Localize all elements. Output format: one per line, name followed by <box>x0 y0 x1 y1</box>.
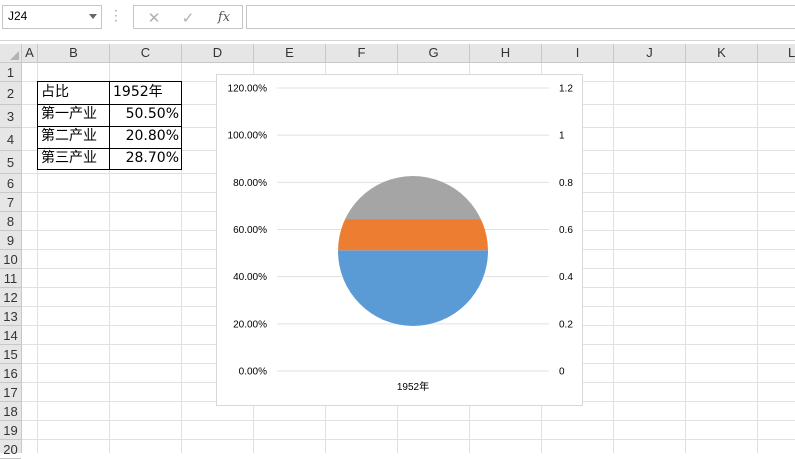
row-header-8[interactable]: 8 <box>0 212 21 231</box>
cell-c4[interactable]: 20.80% <box>110 125 179 148</box>
row-header-1[interactable]: 1 <box>0 63 21 82</box>
row-header-20[interactable]: 20 <box>0 440 21 459</box>
row-header-18[interactable]: 18 <box>0 402 21 421</box>
column-header: A B C D E F G H I J K L <box>22 44 795 63</box>
row-header-12[interactable]: 12 <box>0 288 21 307</box>
cancel-icon[interactable]: ✕ <box>142 8 166 28</box>
col-header-i[interactable]: I <box>542 44 614 62</box>
col-header-g[interactable]: G <box>398 44 470 62</box>
cell-b3[interactable]: 第一产业 <box>41 103 109 126</box>
left-axis-tick-label: 120.00% <box>228 84 268 95</box>
row-header-16[interactable]: 16 <box>0 364 21 383</box>
col-header-l[interactable]: L <box>758 44 795 62</box>
col-header-k[interactable]: K <box>686 44 758 62</box>
right-axis-ticks: 1.2 1 0.8 0.6 0.4 0.2 0 <box>559 84 573 378</box>
x-axis-label: 1952年 <box>397 380 429 393</box>
select-all-button[interactable] <box>0 44 22 63</box>
drag-handle-icon[interactable]: · · · <box>114 5 118 27</box>
right-axis-tick-label: 0.6 <box>559 225 573 236</box>
right-axis-tick-label: 0 <box>559 367 565 378</box>
name-box-value: J24 <box>8 9 28 23</box>
data-table: 占比 1952年 第一产业 50.50% 第二产业 20.80% 第三产业 28… <box>37 81 182 170</box>
select-all-triangle-icon <box>10 51 19 60</box>
formula-bar: J24 · · · ✕ ✓ fx <box>0 0 795 41</box>
row-header-15[interactable]: 15 <box>0 345 21 364</box>
pie-slice-1[interactable] <box>338 250 488 326</box>
cell-c5[interactable]: 28.70% <box>110 147 179 170</box>
cell-b2[interactable]: 占比 <box>41 81 109 104</box>
formula-input[interactable] <box>246 5 795 29</box>
left-axis-tick-label: 100.00% <box>228 131 268 142</box>
left-axis-tick-label: 80.00% <box>233 178 267 189</box>
name-box[interactable]: J24 <box>2 5 102 29</box>
left-axis-tick-label: 40.00% <box>233 272 267 283</box>
left-axis-ticks: 120.00% 100.00% 80.00% 60.00% 40.00% 20.00% 0.… <box>228 84 268 378</box>
col-header-b[interactable]: B <box>38 44 110 62</box>
pie-slice-2[interactable] <box>338 219 488 251</box>
col-header-e[interactable]: E <box>254 44 326 62</box>
row-header: 1 2 3 4 5 6 7 8 9 10 11 12 13 14 15 16 1… <box>0 63 22 459</box>
formula-buttons: ✕ ✓ fx <box>133 5 243 29</box>
cell-b5[interactable]: 第三产业 <box>41 147 109 170</box>
chart-svg: 120.00%100.00%80.00%60.00%40.00%20.00%0.… <box>228 84 574 394</box>
col-header-j[interactable]: J <box>614 44 686 62</box>
row-header-19[interactable]: 19 <box>0 421 21 440</box>
cell-c3[interactable]: 50.50% <box>110 103 179 126</box>
pie-plot <box>338 176 488 326</box>
insert-function-icon[interactable]: fx <box>212 8 236 28</box>
confirm-icon[interactable]: ✓ <box>176 8 200 28</box>
row-header-17[interactable]: 17 <box>0 383 21 402</box>
cell-b4[interactable]: 第二产业 <box>41 125 109 148</box>
right-axis-tick-label: 0.2 <box>559 319 573 330</box>
row-header-9[interactable]: 9 <box>0 231 21 250</box>
left-axis-tick-label: 60.00% <box>233 225 267 236</box>
row-header-6[interactable]: 6 <box>0 174 21 193</box>
row-header-2[interactable]: 2 <box>0 82 21 105</box>
right-axis-tick-label: 1.2 <box>559 84 573 95</box>
row-header-5[interactable]: 5 <box>0 151 21 174</box>
chart-area[interactable]: 120.00% 100.00% 80.00% 60.00% 40.00% 20.00% 0.… <box>216 74 583 406</box>
row-header-7[interactable]: 7 <box>0 193 21 212</box>
row-header-4[interactable]: 4 <box>0 128 21 151</box>
col-header-h[interactable]: H <box>470 44 542 62</box>
row-header-3[interactable]: 3 <box>0 105 21 128</box>
row-header-14[interactable]: 14 <box>0 326 21 345</box>
col-header-d[interactable]: D <box>182 44 254 62</box>
right-axis-tick-label: 0.4 <box>559 272 573 283</box>
chevron-down-icon[interactable] <box>89 14 97 19</box>
left-axis-tick-label: 20.00% <box>233 319 267 330</box>
col-header-c[interactable]: C <box>110 44 182 62</box>
right-axis-tick-label: 1 <box>559 131 565 142</box>
row-header-13[interactable]: 13 <box>0 307 21 326</box>
row-header-11[interactable]: 11 <box>0 269 21 288</box>
left-axis-tick-label: 0.00% <box>239 367 267 378</box>
col-header-a[interactable]: A <box>22 44 38 62</box>
col-header-f[interactable]: F <box>326 44 398 62</box>
row-header-10[interactable]: 10 <box>0 250 21 269</box>
right-axis-tick-label: 0.8 <box>559 178 573 189</box>
cell-c2[interactable]: 1952年 <box>113 81 181 104</box>
